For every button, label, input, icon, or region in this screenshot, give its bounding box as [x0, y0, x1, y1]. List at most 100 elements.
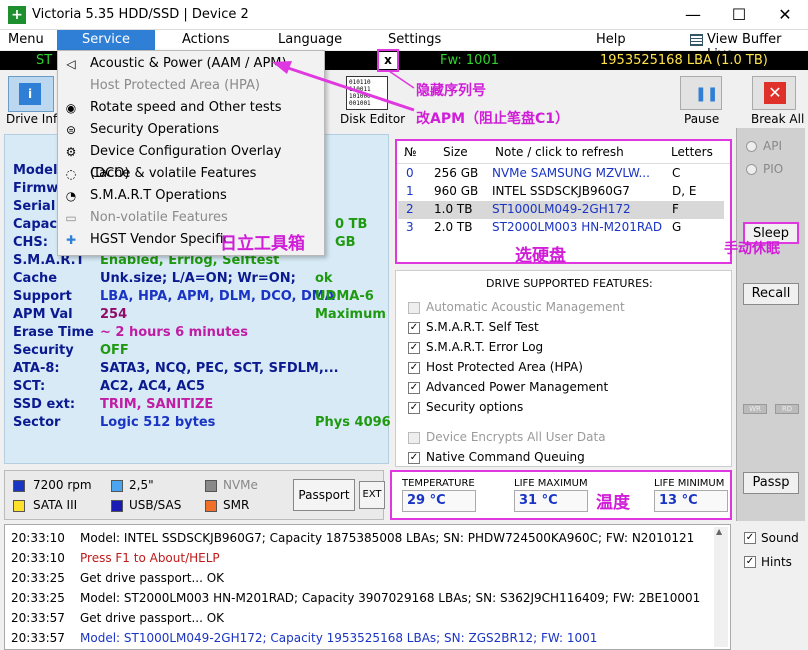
lock-icon: ⊜ [65, 123, 77, 137]
legend-panel: 7200 rpm 2,5" NVMe SATA III USB/SAS SMR … [4, 470, 385, 520]
menu-actions[interactable]: Actions [182, 32, 230, 47]
sector-value: Logic 512 bytes [100, 415, 216, 430]
rd-indicator: RD [775, 404, 799, 414]
menu-item-cache[interactable]: ◌ Cache & volatile Features [58, 163, 324, 185]
pause-button[interactable]: ❚❚ [680, 76, 722, 110]
disk-editor-icon[interactable]: 010110 110011 101000 001001 [346, 76, 388, 110]
hpa-checkbox[interactable]: ✓ [408, 362, 420, 374]
table-row-selected[interactable]: 2 1.0 TB ST1000LM049-2GH172 F [398, 201, 724, 219]
annotation-select-drive: 选硬盘 [515, 246, 566, 266]
label-security: Security [13, 343, 74, 358]
break-all-button[interactable]: ✕ [752, 76, 796, 110]
smart-error-log-checkbox[interactable]: ✓ [408, 342, 420, 354]
sound-checkbox[interactable]: ✓ [744, 532, 756, 544]
menu-help[interactable]: Help [596, 32, 626, 47]
blank-icon [64, 79, 78, 93]
disk-icon: ◉ [65, 101, 77, 115]
col-number[interactable]: № [404, 145, 416, 159]
aam-checkbox [408, 302, 420, 314]
close-button[interactable]: ✕ [762, 0, 808, 30]
annotation-temperature: 温度 [596, 493, 630, 513]
label-cache: Cache [13, 271, 58, 286]
title-bar: + Victoria 5.35 HDD/SSD | Device 2 — ☐ ✕ [0, 0, 808, 30]
annotation-apm: 改APM（阻止笔盘C1） [416, 111, 570, 127]
life-min-value: 13 °C [654, 490, 728, 512]
plus-icon: ✚ [65, 233, 77, 247]
legend-usb: USB/SAS [129, 498, 182, 512]
hints-checkbox[interactable]: ✓ [744, 556, 756, 568]
log-scrollbar[interactable]: ▲ [714, 527, 728, 647]
label-chs: CHS: [13, 235, 48, 250]
table-row[interactable]: 1 960 GB INTEL SSDSCKJB960G7 D, E [398, 183, 724, 201]
menu-settings[interactable]: Settings [388, 32, 441, 47]
window-title: Victoria 5.35 HDD/SSD | Device 2 [32, 7, 249, 22]
capacity-value: 0 TB [335, 217, 368, 232]
ssd-ext-value: TRIM, SANITIZE [100, 397, 214, 412]
menu-service[interactable]: Service [57, 30, 155, 50]
pause-icon: ❚❚ [695, 86, 719, 102]
recall-button[interactable]: Recall [743, 283, 799, 305]
ata8-value: SATA3, NCQ, PEC, SCT, SFDLM,... [100, 361, 339, 376]
ext-button[interactable]: EXT [359, 481, 385, 509]
status-firmware: Fw: 1001 [440, 53, 499, 68]
features-panel: DRIVE SUPPORTED FEATURES: Automatic Acou… [395, 270, 732, 467]
smart-self-test-checkbox[interactable]: ✓ [408, 322, 420, 334]
apm-value: 254 [100, 307, 128, 322]
menu-item-rotate-speed[interactable]: ◉ Rotate speed and Other tests [58, 97, 324, 119]
life-min-label: LIFE MINIMUM [654, 478, 725, 489]
col-letters[interactable]: Letters [671, 145, 713, 159]
pio-label: PIO [763, 162, 784, 176]
security-value: OFF [100, 343, 129, 358]
security-options-label: Security options [426, 400, 524, 414]
legend-sata: SATA III [33, 498, 78, 512]
menu-item-smart[interactable]: ◔ S.M.A.R.T Operations [58, 185, 324, 207]
hide-serial-button[interactable]: x [379, 52, 397, 69]
support-value: LBA, HPA, APM, DLM, DCO, DMA [100, 289, 335, 304]
log-panel[interactable]: 20:33:10 Model: INTEL SSDSCKJB960G7; Capa… [4, 524, 731, 650]
menu-item-aam-apm[interactable]: ◁ Acoustic & Power (AAM / APM) [58, 53, 324, 75]
ncq-checkbox[interactable]: ✓ [408, 452, 420, 464]
menu-language[interactable]: Language [278, 32, 342, 47]
passp-button[interactable]: Passp [743, 472, 799, 494]
aam-label: Automatic Acoustic Management [426, 300, 625, 314]
minimize-button[interactable]: — [670, 0, 716, 30]
sct-value: AC2, AC4, AC5 [100, 379, 205, 394]
menu-item-hpa: Host Protected Area (HPA) [58, 75, 324, 97]
legend-swatch-25 [111, 480, 123, 492]
label-serial: Serial [13, 199, 56, 214]
api-radio[interactable] [746, 141, 757, 152]
cache-value: Unk.size; L/A=ON; Wr=ON; [100, 271, 296, 286]
scroll-up-icon[interactable]: ▲ [716, 527, 722, 536]
legend-swatch-7200 [13, 480, 25, 492]
phys-value: Phys 4096 [315, 415, 391, 430]
label-sct: SCT: [13, 379, 46, 394]
security-options-checkbox[interactable]: ✓ [408, 402, 420, 414]
col-note[interactable]: Note / click to refresh [495, 145, 624, 159]
status-model: ST [36, 53, 53, 68]
life-max-label: LIFE MAXIMUM [514, 478, 588, 489]
temperature-value: 29 °C [402, 490, 476, 512]
drive-info-button[interactable]: i [8, 76, 54, 112]
menu-item-dco[interactable]: ⚙ Device Configuration Overlay (DCO) [58, 141, 324, 181]
col-size[interactable]: Size [443, 145, 468, 159]
features-title: DRIVE SUPPORTED FEATURES: [486, 277, 653, 290]
encrypts-label: Device Encrypts All User Data [426, 430, 606, 444]
hpa-label: Host Protected Area (HPA) [426, 360, 583, 374]
hints-label: Hints [761, 555, 792, 569]
menu-menu[interactable]: Menu [8, 32, 44, 47]
apm-checkbox[interactable]: ✓ [408, 382, 420, 394]
right-controls: API PIO Sleep Recall WR RD Passp [736, 128, 805, 521]
legend-25: 2,5" [129, 478, 154, 492]
app-icon: + [8, 6, 26, 24]
annotation-hide-column: 隐藏序列号 [416, 83, 486, 99]
menu-item-security[interactable]: ⊜ Security Operations [58, 119, 324, 141]
table-row[interactable]: 0 256 GB NVMe SAMSUNG MZVLW... C [398, 165, 724, 183]
disk-editor-label: Disk Editor [340, 112, 406, 126]
maximize-button[interactable]: ☐ [716, 0, 762, 30]
table-row[interactable]: 3 2.0 TB ST2000LM003 HN-M201RAD G [398, 219, 724, 237]
legend-swatch-usb [111, 500, 123, 512]
passport-button[interactable]: Passport [293, 479, 355, 511]
apm-label: Advanced Power Management [426, 380, 609, 394]
pio-radio[interactable] [746, 164, 757, 175]
speaker-icon: ◁ [66, 57, 76, 71]
